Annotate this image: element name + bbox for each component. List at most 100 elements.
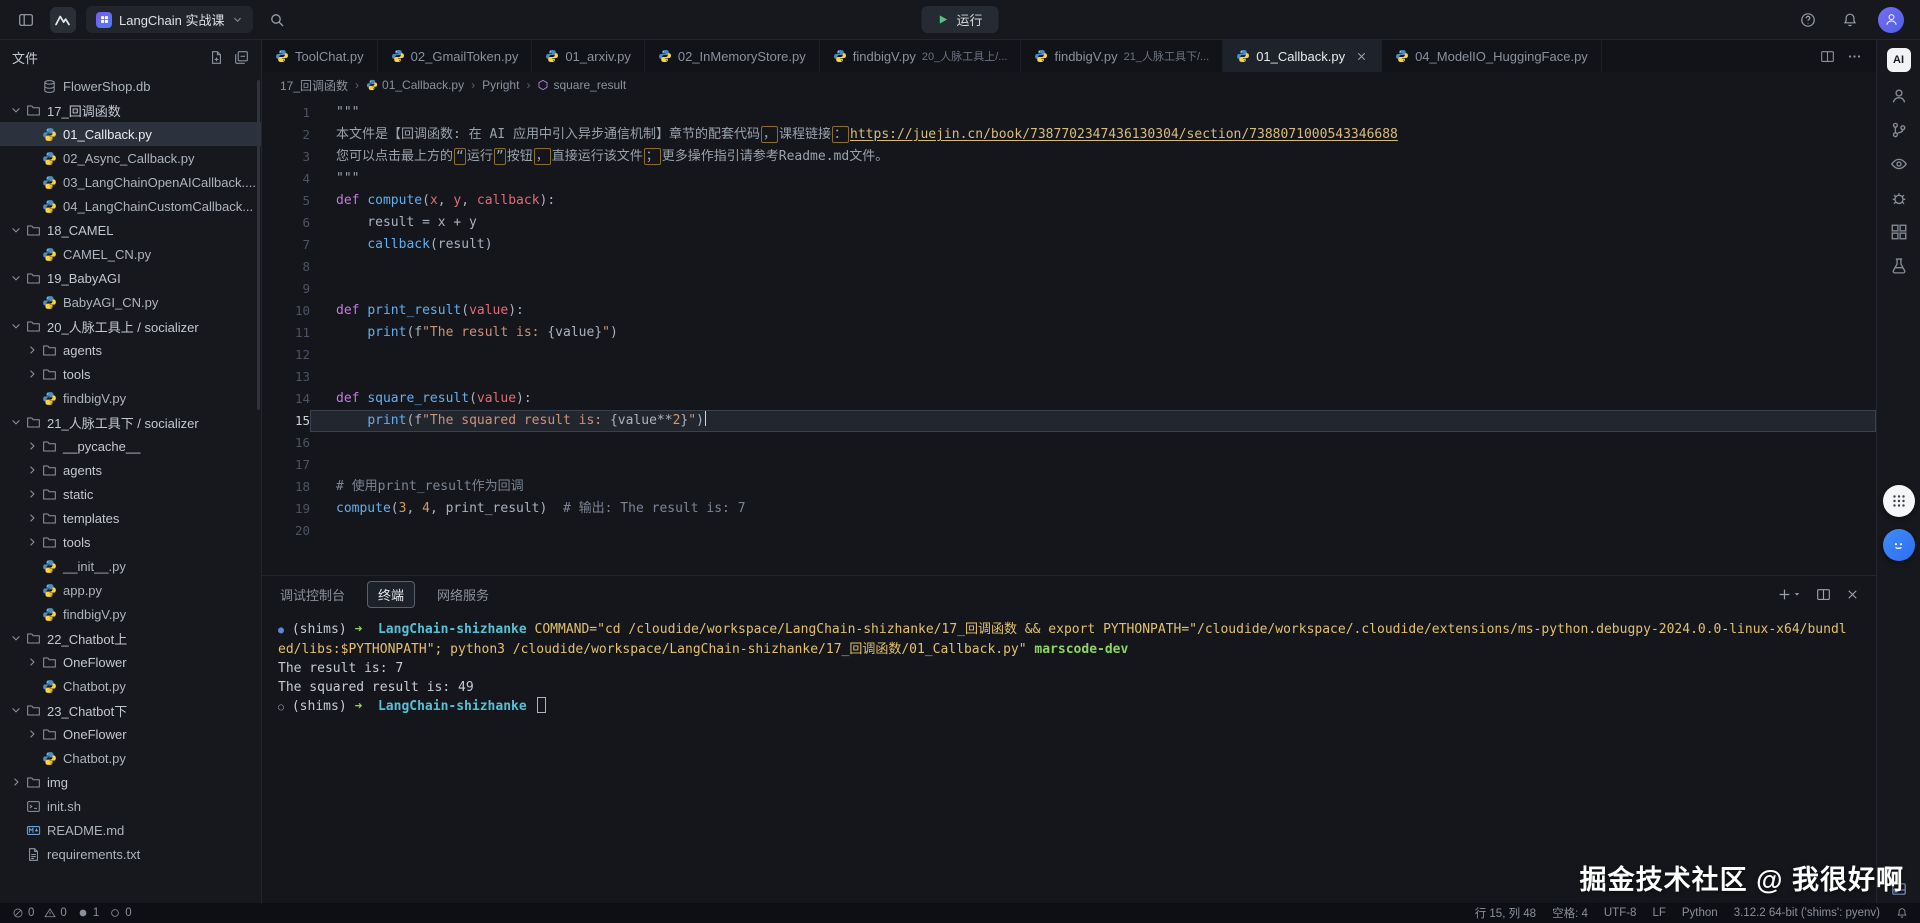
collapse-all-button[interactable]	[234, 50, 249, 65]
close-tab-button[interactable]	[1355, 50, 1368, 63]
tree-folder[interactable]: 17_回调函数	[0, 98, 261, 122]
code-line[interactable]: 16	[262, 432, 1876, 454]
search-button[interactable]	[263, 6, 291, 34]
tree-file[interactable]: FlowerShop.db	[0, 74, 261, 98]
tree-file[interactable]: Chatbot.py	[0, 674, 261, 698]
tree-folder[interactable]: OneFlower	[0, 650, 261, 674]
debug-icon[interactable]	[1890, 189, 1908, 207]
tree-folder[interactable]: tools	[0, 530, 261, 554]
tree-file[interactable]: 04_LangChainCustomCallback...	[0, 194, 261, 218]
breadcrumb-item[interactable]: 17_回调函数	[280, 77, 348, 94]
new-file-button[interactable]	[209, 50, 224, 65]
code-line[interactable]: 15 print(f"The squared result is: {value…	[262, 410, 1876, 432]
tests-icon[interactable]	[1890, 257, 1908, 275]
tree-file[interactable]: 02_Async_Callback.py	[0, 146, 261, 170]
tree-file[interactable]: 03_LangChainOpenAICallback....	[0, 170, 261, 194]
source-control-icon[interactable]	[1890, 121, 1908, 139]
tree-folder[interactable]: 23_Chatbot下	[0, 698, 261, 722]
workspace-switcher[interactable]: LangChain 实战课	[86, 6, 253, 33]
status-item[interactable]: 3.12.2 64-bit ('shims': pyenv)	[1734, 907, 1880, 919]
tree-folder[interactable]: img	[0, 770, 261, 794]
app-logo[interactable]	[50, 7, 76, 33]
panel-tab[interactable]: 调试控制台	[278, 581, 347, 608]
status-indicator[interactable]: 0	[44, 907, 66, 919]
code-line[interactable]: 20	[262, 520, 1876, 542]
code-line[interactable]: 10def print_result(value):	[262, 300, 1876, 322]
status-item[interactable]: 空格: 4	[1552, 905, 1588, 921]
apps-launcher-button[interactable]	[1883, 485, 1915, 517]
tree-folder[interactable]: 19_BabyAGI	[0, 266, 261, 290]
tree-folder[interactable]: 18_CAMEL	[0, 218, 261, 242]
tree-folder[interactable]: __pycache__	[0, 434, 261, 458]
avatar[interactable]	[1878, 7, 1904, 33]
split-editor-button[interactable]	[1820, 49, 1835, 64]
editor-tab[interactable]: findbigV.py20_人脉工具上/...	[820, 40, 1022, 72]
tree-folder[interactable]: tools	[0, 362, 261, 386]
ai-assistant-button[interactable]	[1883, 529, 1915, 561]
status-indicator[interactable]: 0	[12, 907, 34, 919]
breadcrumb-item[interactable]: square_result	[537, 78, 626, 92]
status-bell-icon[interactable]	[1896, 907, 1908, 919]
tree-folder[interactable]: static	[0, 482, 261, 506]
extensions-icon[interactable]	[1890, 223, 1908, 241]
code-line[interactable]: 1"""	[262, 102, 1876, 124]
status-item[interactable]: LF	[1652, 907, 1665, 919]
code-line[interactable]: 5def compute(x, y, callback):	[262, 190, 1876, 212]
new-terminal-button[interactable]	[1777, 587, 1802, 602]
code-line[interactable]: 4"""	[262, 168, 1876, 190]
status-item[interactable]: Python	[1682, 907, 1718, 919]
editor-tab[interactable]: 02_InMemoryStore.py	[645, 40, 820, 72]
editor-tab[interactable]: ToolChat.py	[262, 40, 378, 72]
run-button[interactable]: 运行	[921, 6, 998, 33]
code-editor[interactable]: 1"""2本文件是【回调函数: 在 AI 应用中引入异步通信机制】章节的配套代码…	[262, 98, 1876, 575]
tree-file[interactable]: requirements.txt	[0, 842, 261, 866]
code-line[interactable]: 14def square_result(value):	[262, 388, 1876, 410]
code-line[interactable]: 19compute(3, 4, print_result) # 输出: The …	[262, 498, 1876, 520]
tree-folder[interactable]: 21_人脉工具下 / socializer	[0, 410, 261, 434]
code-line[interactable]: 18# 使用print_result作为回调	[262, 476, 1876, 498]
code-line[interactable]: 17	[262, 454, 1876, 476]
tree-file[interactable]: app.py	[0, 578, 261, 602]
breadcrumb-item[interactable]: 01_Callback.py	[366, 78, 464, 92]
split-terminal-button[interactable]	[1816, 587, 1831, 602]
ai-badge[interactable]: AI	[1887, 48, 1911, 72]
editor-tab[interactable]: findbigV.py21_人脉工具下/...	[1021, 40, 1223, 72]
tree-file[interactable]: README.md	[0, 818, 261, 842]
editor-tab[interactable]: 02_GmailToken.py	[378, 40, 533, 72]
tree-folder[interactable]: 20_人脉工具上 / socializer	[0, 314, 261, 338]
code-line[interactable]: 11 print(f"The result is: {value}")	[262, 322, 1876, 344]
status-indicator[interactable]: 0	[109, 907, 131, 919]
tree-file[interactable]: 01_Callback.py	[0, 122, 261, 146]
terminal[interactable]: ● (shims) ➜ LangChain-shizhanke COMMAND=…	[262, 612, 1876, 717]
close-panel-button[interactable]	[1845, 587, 1860, 602]
tree-file[interactable]: CAMEL_CN.py	[0, 242, 261, 266]
editor-tab[interactable]: 01_arxiv.py	[532, 40, 645, 72]
tree-folder[interactable]: agents	[0, 338, 261, 362]
help-button[interactable]	[1794, 6, 1822, 34]
tree-file[interactable]: BabyAGI_CN.py	[0, 290, 261, 314]
editor-tab[interactable]: 04_ModelIO_HuggingFace.py	[1382, 40, 1602, 72]
tree-file[interactable]: findbigV.py	[0, 602, 261, 626]
more-actions-button[interactable]	[1847, 49, 1862, 64]
panel-tab[interactable]: 终端	[367, 581, 415, 608]
editor-tab[interactable]: 01_Callback.py	[1223, 40, 1382, 72]
notifications-button[interactable]	[1836, 6, 1864, 34]
code-line[interactable]: 8	[262, 256, 1876, 278]
code-line[interactable]: 2本文件是【回调函数: 在 AI 应用中引入异步通信机制】章节的配套代码，课程链…	[262, 124, 1876, 146]
tree-folder[interactable]: agents	[0, 458, 261, 482]
status-item[interactable]: 行 15, 列 48	[1475, 905, 1536, 921]
tree-file[interactable]: findbigV.py	[0, 386, 261, 410]
tree-file[interactable]: __init__.py	[0, 554, 261, 578]
code-line[interactable]: 6 result = x + y	[262, 212, 1876, 234]
code-line[interactable]: 13	[262, 366, 1876, 388]
code-line[interactable]: 9	[262, 278, 1876, 300]
status-item[interactable]: UTF-8	[1604, 907, 1637, 919]
breadcrumb-item[interactable]: Pyright	[482, 78, 519, 92]
sidebar-toggle-button[interactable]	[12, 6, 40, 34]
tree-file[interactable]: Chatbot.py	[0, 746, 261, 770]
panel-tab[interactable]: 网络服务	[435, 581, 491, 608]
tree-folder[interactable]: OneFlower	[0, 722, 261, 746]
tree-folder[interactable]: templates	[0, 506, 261, 530]
user-icon[interactable]	[1890, 87, 1908, 105]
tree-file[interactable]: init.sh	[0, 794, 261, 818]
